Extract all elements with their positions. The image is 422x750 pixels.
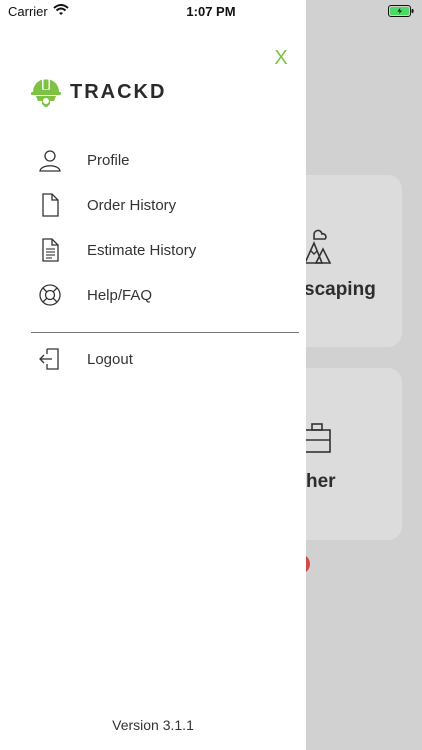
category-label: scaping xyxy=(304,279,376,300)
menu-item-label: Order History xyxy=(87,196,177,214)
lifebuoy-icon xyxy=(38,283,62,307)
clock: 1:07 PM xyxy=(186,4,236,19)
close-button[interactable]: X xyxy=(270,46,292,70)
logout-icon xyxy=(38,347,62,371)
menu-item-logout[interactable]: Logout xyxy=(0,337,306,381)
person-icon xyxy=(38,148,62,172)
menu-item-label: Profile xyxy=(87,151,130,169)
menu-item-label: Estimate History xyxy=(87,241,197,259)
menu-item-label: Logout xyxy=(87,350,133,368)
menu-item-order-history[interactable]: Order History xyxy=(0,183,306,227)
briefcase-icon xyxy=(303,423,331,453)
app-version: Version 3.1.1 xyxy=(112,717,194,733)
side-drawer: X TRACKD Profile Order History Estimate … xyxy=(0,0,306,750)
battery-icon xyxy=(388,5,414,17)
menu-item-profile[interactable]: Profile xyxy=(0,138,306,182)
hardhat-logo-icon xyxy=(31,78,61,107)
category-label: her xyxy=(306,471,336,492)
menu-item-estimate-history[interactable]: Estimate History xyxy=(0,228,306,272)
brand-name: TRACKD xyxy=(70,80,167,103)
brand: TRACKD xyxy=(30,75,166,109)
document-icon xyxy=(38,193,62,217)
status-bar: Carrier 1:07 PM xyxy=(0,0,422,22)
landscape-icon xyxy=(303,229,332,264)
list-document-icon xyxy=(38,238,62,262)
menu-divider xyxy=(31,332,299,333)
menu-item-label: Help/FAQ xyxy=(87,286,153,304)
menu-item-help-faq[interactable]: Help/FAQ xyxy=(0,273,306,317)
